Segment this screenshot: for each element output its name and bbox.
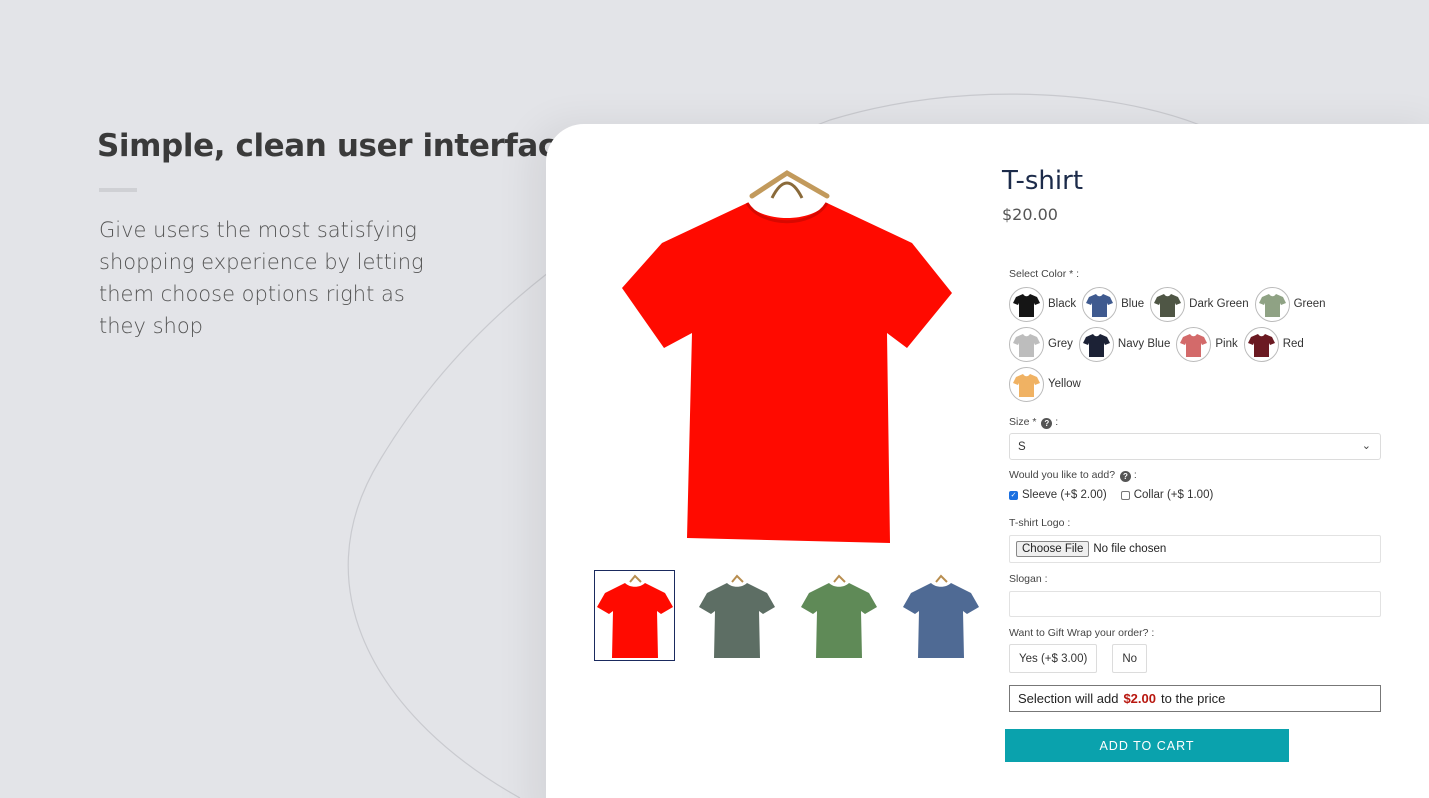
gift-wrap-options: Yes (+$ 3.00) No bbox=[1009, 644, 1162, 673]
swatch-dark-green[interactable]: Dark Green bbox=[1150, 286, 1249, 322]
shirt-icon bbox=[1180, 333, 1208, 357]
chevron-down-icon: ⌄ bbox=[1361, 440, 1371, 452]
question-circle-icon[interactable]: ? bbox=[1041, 418, 1053, 429]
collar-checkbox[interactable]: Collar (+$ 1.00) bbox=[1120, 489, 1213, 501]
thumbnail-2[interactable] bbox=[696, 570, 777, 661]
add-to-cart-button[interactable]: ADD TO CART bbox=[1005, 729, 1289, 762]
swatch-red[interactable]: Red bbox=[1243, 326, 1304, 362]
swatch-grey[interactable]: Grey bbox=[1009, 326, 1073, 362]
question-circle-icon[interactable]: ? bbox=[1119, 471, 1131, 482]
logo-file-input[interactable]: Choose File No file chosen bbox=[1009, 535, 1381, 563]
shirt-icon bbox=[1013, 373, 1040, 397]
logo-label: T-shirt Logo : bbox=[1009, 517, 1071, 529]
added-amount: $2.00 bbox=[1123, 691, 1156, 706]
promo-description: Give users the most satisfying shopping … bbox=[99, 218, 424, 338]
tshirt-image bbox=[622, 170, 952, 543]
thumb-shirt-1 bbox=[596, 574, 673, 658]
shirt-icon bbox=[1258, 293, 1286, 317]
addons-checkboxes: ✓ Sleeve (+$ 2.00) Collar (+$ 1.00) bbox=[1009, 489, 1227, 501]
swatch-green[interactable]: Green bbox=[1254, 286, 1326, 322]
shirt-icon bbox=[1154, 293, 1182, 317]
main-product-image bbox=[622, 168, 952, 548]
shirt-icon bbox=[1247, 333, 1275, 357]
shirt-icon bbox=[1013, 293, 1040, 317]
product-price: $20.00 bbox=[1002, 205, 1058, 224]
promo-section: Simple, clean user interface Give users … bbox=[97, 128, 577, 342]
thumbnail-4[interactable] bbox=[900, 570, 981, 661]
promo-heading: Simple, clean user interface bbox=[97, 128, 577, 164]
color-label: Select Color * : bbox=[1009, 268, 1080, 280]
choose-file-button[interactable]: Choose File bbox=[1016, 541, 1090, 557]
shirt-icon bbox=[1086, 293, 1114, 317]
shirt-icon bbox=[1013, 333, 1040, 357]
promo-divider bbox=[99, 188, 137, 192]
size-select[interactable]: S ⌄ bbox=[1009, 433, 1381, 460]
swatch-navy-blue[interactable]: Navy Blue bbox=[1078, 326, 1170, 362]
gift-wrap-no-button[interactable]: No bbox=[1112, 644, 1148, 673]
thumbnail-strip bbox=[594, 570, 1002, 661]
file-status: No file chosen bbox=[1093, 543, 1167, 555]
addons-label: Would you like to add? ? : bbox=[1009, 469, 1137, 482]
sleeve-checkbox[interactable]: ✓ Sleeve (+$ 2.00) bbox=[1009, 489, 1107, 501]
size-select-value: S bbox=[1018, 441, 1026, 453]
color-swatches: Black Blue Dark Green Green Grey Navy Bl… bbox=[1009, 284, 1369, 404]
thumb-shirt-3 bbox=[800, 574, 877, 658]
gift-wrap-label: Want to Gift Wrap your order? : bbox=[1009, 627, 1155, 639]
slogan-input[interactable] bbox=[1009, 591, 1381, 617]
price-summary: Selection will add $2.00 to the price bbox=[1009, 685, 1381, 712]
thumbnail-3[interactable] bbox=[798, 570, 879, 661]
swatch-blue[interactable]: Blue bbox=[1082, 286, 1144, 322]
swatch-pink[interactable]: Pink bbox=[1176, 326, 1238, 362]
swatch-black[interactable]: Black bbox=[1009, 286, 1076, 322]
swatch-yellow[interactable]: Yellow bbox=[1009, 366, 1081, 402]
gift-wrap-yes-button[interactable]: Yes (+$ 3.00) bbox=[1009, 644, 1098, 673]
size-label: Size * ? : bbox=[1009, 416, 1059, 429]
product-title: T-shirt bbox=[1002, 166, 1084, 196]
thumbnail-1[interactable] bbox=[594, 570, 675, 661]
checkbox-empty-icon[interactable] bbox=[1120, 490, 1130, 500]
checkbox-checked-icon[interactable]: ✓ bbox=[1009, 490, 1018, 500]
slogan-label: Slogan : bbox=[1009, 573, 1048, 585]
thumb-shirt-2 bbox=[698, 574, 775, 658]
thumb-shirt-4 bbox=[902, 574, 979, 658]
shirt-icon bbox=[1082, 333, 1110, 357]
